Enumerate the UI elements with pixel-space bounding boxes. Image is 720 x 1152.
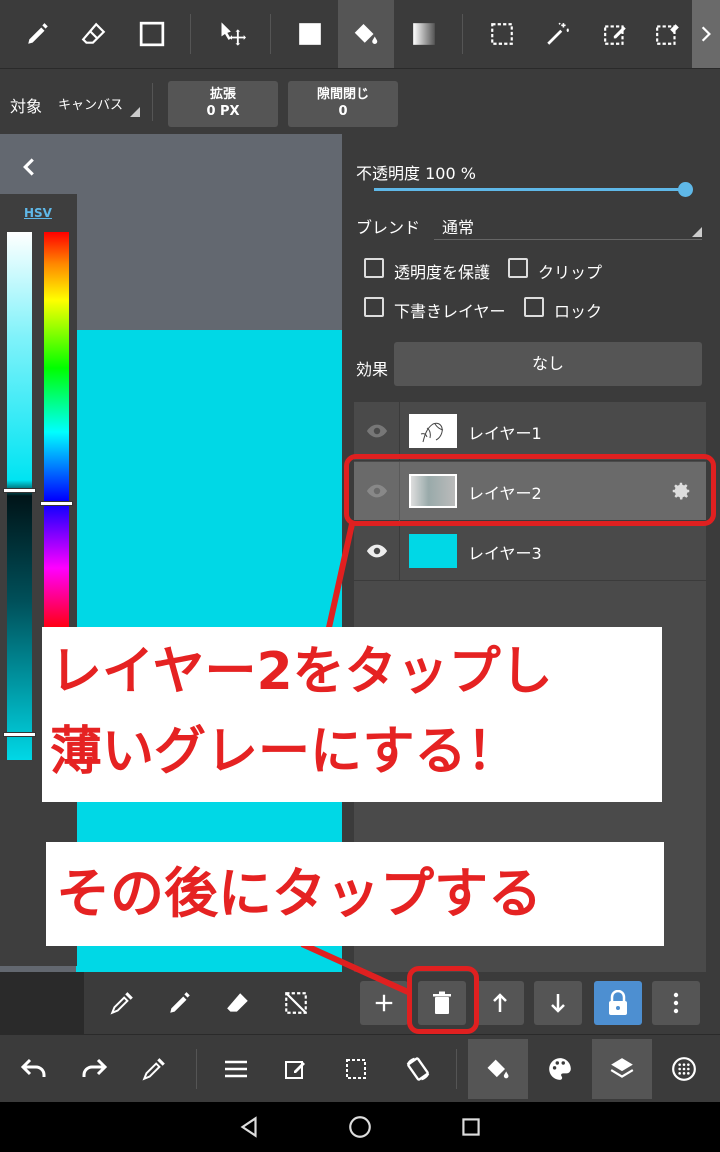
callout-2-text: その後にタップする	[56, 862, 542, 925]
callout-1-line1: レイヤー2をタップし	[50, 642, 553, 702]
callout-1-line2: 薄いグレーにする！	[50, 722, 519, 782]
annotation-arrows	[300, 523, 410, 995]
annotation-callout-1: レイヤー2をタップし 薄いグレーにする！	[42, 627, 662, 802]
annotation-callout-2: その後にタップする	[46, 842, 664, 946]
